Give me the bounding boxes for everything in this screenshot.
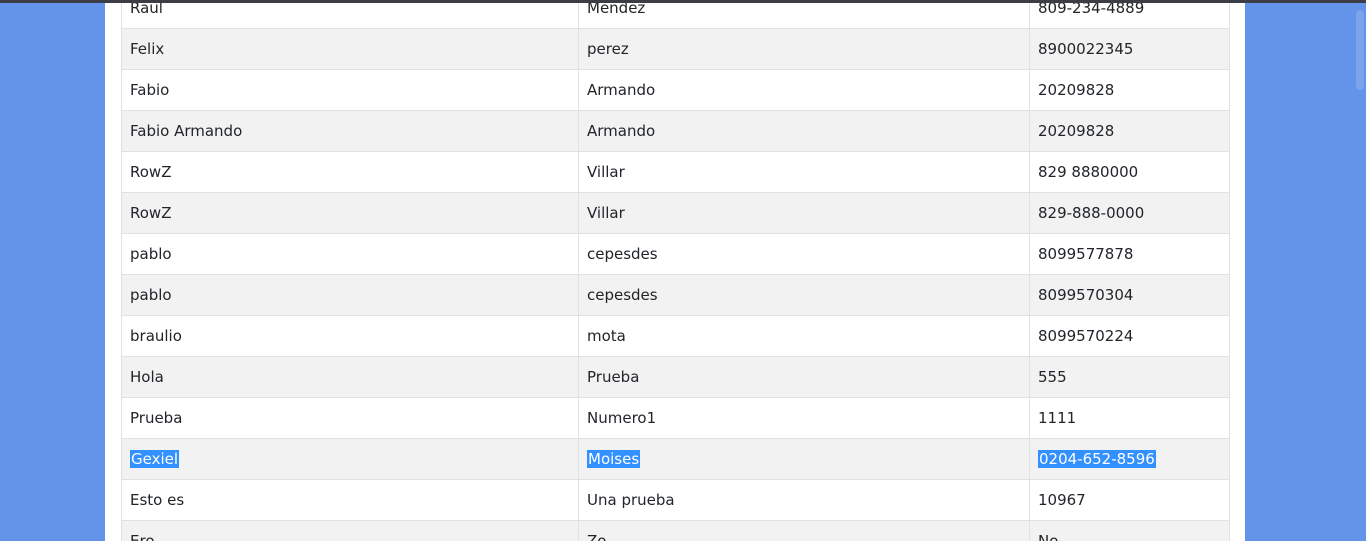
cell-telefono: 8099570224 [1029,315,1230,357]
table-row-selected: Gexiel Moises 0204-652-8596 [121,438,1230,480]
cell-telefono: 20209828 [1029,69,1230,111]
cell-nombre: Fabio [121,69,579,111]
cell-apellido: Armando [578,69,1030,111]
cell-telefono: 10967 [1029,479,1230,521]
cell-apellido: Armando [578,110,1030,152]
cell-nombre: Hola [121,356,579,398]
cell-apellido: mota [578,315,1030,357]
cell-telefono: 829-888-0000 [1029,192,1230,234]
cell-telefono: No [1029,520,1230,541]
cell-apellido: perez [578,28,1030,70]
cell-nombre: Ero [121,520,579,541]
cell-nombre: RowZ [121,192,579,234]
cell-telefono: 8900022345 [1029,28,1230,70]
cell-nombre: Raul [121,3,579,29]
selected-text: Moises [587,450,641,468]
cell-apellido: Moises [578,438,1030,480]
table-row: RowZ Villar 829 8880000 [121,151,1230,193]
selected-text: Gexiel [130,450,180,468]
cell-nombre: Gexiel [121,438,579,480]
table-row: Hola Prueba 555 [121,356,1230,398]
cell-nombre: Felix [121,28,579,70]
cell-telefono: 8099577878 [1029,233,1230,275]
cell-telefono: 829 8880000 [1029,151,1230,193]
cell-telefono: 0204-652-8596 [1029,438,1230,480]
cell-telefono: 1111 [1029,397,1230,439]
table-row: pablo cepesdes 8099570304 [121,274,1230,316]
cell-telefono: 8099570304 [1029,274,1230,316]
table-row: Fabio Armando Armando 20209828 [121,110,1230,152]
page-content: Raul Mendez 809-234-4889 Felix perez 890… [105,3,1245,541]
cell-apellido: Mendez [578,3,1030,29]
cell-nombre: Fabio Armando [121,110,579,152]
cell-nombre: pablo [121,274,579,316]
table-row: Fabio Armando 20209828 [121,69,1230,111]
cell-apellido: Villar [578,151,1030,193]
table-row: Ero Zo No [121,520,1230,541]
cell-nombre: Esto es [121,479,579,521]
cell-nombre: Prueba [121,397,579,439]
cell-apellido: cepesdes [578,233,1030,275]
cell-nombre: braulio [121,315,579,357]
cell-apellido: Prueba [578,356,1030,398]
cell-apellido: Villar [578,192,1030,234]
cell-apellido: Una prueba [578,479,1030,521]
table-row: Raul Mendez 809-234-4889 [121,3,1230,29]
table-row: Prueba Numero1 1111 [121,397,1230,439]
selected-text: 0204-652-8596 [1038,450,1156,468]
contacts-table: Raul Mendez 809-234-4889 Felix perez 890… [121,3,1230,541]
scrollbar-thumb[interactable] [1356,10,1364,90]
table-row: Esto es Una prueba 10967 [121,479,1230,521]
cell-apellido: Zo [578,520,1030,541]
cell-apellido: Numero1 [578,397,1030,439]
cell-telefono: 809-234-4889 [1029,3,1230,29]
table-row: braulio mota 8099570224 [121,315,1230,357]
cell-telefono: 555 [1029,356,1230,398]
table-row: Felix perez 8900022345 [121,28,1230,70]
table-row: pablo cepesdes 8099577878 [121,233,1230,275]
cell-nombre: RowZ [121,151,579,193]
cell-nombre: pablo [121,233,579,275]
cell-apellido: cepesdes [578,274,1030,316]
cell-telefono: 20209828 [1029,110,1230,152]
table-row: RowZ Villar 829-888-0000 [121,192,1230,234]
